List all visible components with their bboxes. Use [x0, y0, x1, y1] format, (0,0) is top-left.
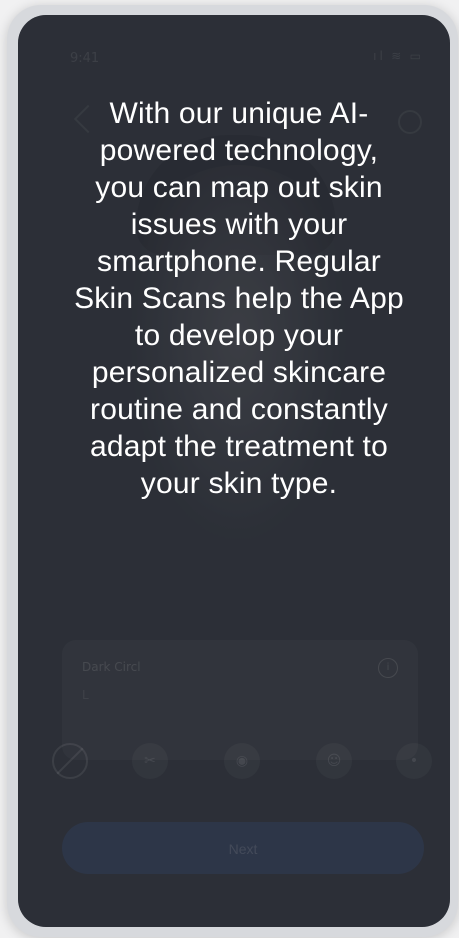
overlay-description: With our unique AI-powered technology, y… — [74, 97, 404, 500]
phone-frame: 9:41 ıl ≋ ▭ Dark Circl L i ✂ ◉ ☺ • Next — [7, 5, 458, 937]
onboarding-overlay[interactable]: With our unique AI-powered technology, y… — [18, 15, 450, 927]
phone-screen: 9:41 ıl ≋ ▭ Dark Circl L i ✂ ◉ ☺ • Next — [18, 15, 450, 927]
page: 9:41 ıl ≋ ▭ Dark Circl L i ✂ ◉ ☺ • Next — [0, 0, 459, 938]
